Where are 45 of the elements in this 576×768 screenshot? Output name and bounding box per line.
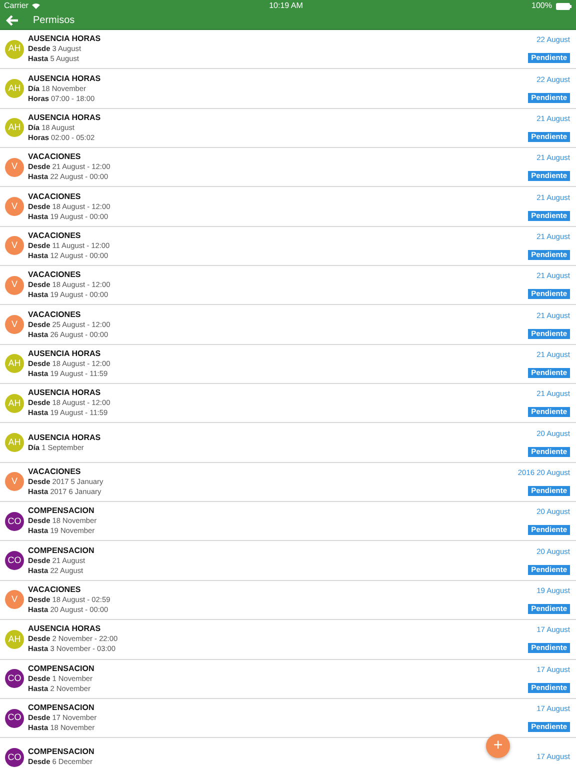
avatar: CO <box>5 708 24 728</box>
carrier-label: Carrier <box>4 0 28 12</box>
request-type: AUSENCIA HORAS <box>28 388 102 398</box>
avatar: AH <box>5 354 24 374</box>
request-type: COMPENSACION <box>28 664 96 674</box>
wifi-icon <box>32 3 40 9</box>
avatar: AH <box>5 433 24 452</box>
request-type: VACACIONES <box>28 152 82 162</box>
avatar: V <box>5 236 24 256</box>
avatar: CO <box>5 748 24 767</box>
request-type: VACACIONES <box>28 192 82 202</box>
avatar: V <box>5 590 24 610</box>
avatar: AH <box>5 118 24 138</box>
avatar: V <box>5 472 24 492</box>
request-type: AUSENCIA HORAS <box>28 112 102 123</box>
avatar: CO <box>5 512 24 531</box>
request-type: AUSENCIA HORAS <box>28 74 102 84</box>
avatar: V <box>5 158 24 177</box>
avatar: AH <box>5 394 24 413</box>
request-type: COMPENSACION <box>28 546 96 556</box>
request-type: AUSENCIA HORAS <box>28 348 102 359</box>
battery-icon <box>556 2 572 10</box>
avatar: AH <box>5 630 24 649</box>
request-type: VACACIONES <box>28 466 82 477</box>
request-type: AUSENCIA HORAS <box>28 432 102 443</box>
request-type: COMPENSACION <box>28 506 96 516</box>
avatar: CO <box>5 669 24 688</box>
avatar: AH <box>5 79 24 98</box>
request-type: VACACIONES <box>28 270 82 280</box>
battery-label: 100% <box>532 0 552 12</box>
time-label: 10:19 AM <box>269 0 303 12</box>
avatar: V <box>5 276 24 295</box>
request-type: COMPENSACION <box>28 747 96 758</box>
request-type: VACACIONES <box>28 310 82 320</box>
request-type: COMPENSACION <box>28 703 96 714</box>
avatar: V <box>5 197 24 216</box>
page-title: Permisos <box>33 14 75 28</box>
back-button[interactable] <box>6 15 19 26</box>
request-type: VACACIONES <box>28 584 82 595</box>
request-type: AUSENCIA HORAS <box>28 624 102 634</box>
avatar: V <box>5 315 24 334</box>
avatar: AH <box>5 40 24 59</box>
avatar: CO <box>5 551 24 570</box>
request-type: VACACIONES <box>28 230 82 241</box>
request-type: AUSENCIA HORAS <box>28 34 102 44</box>
